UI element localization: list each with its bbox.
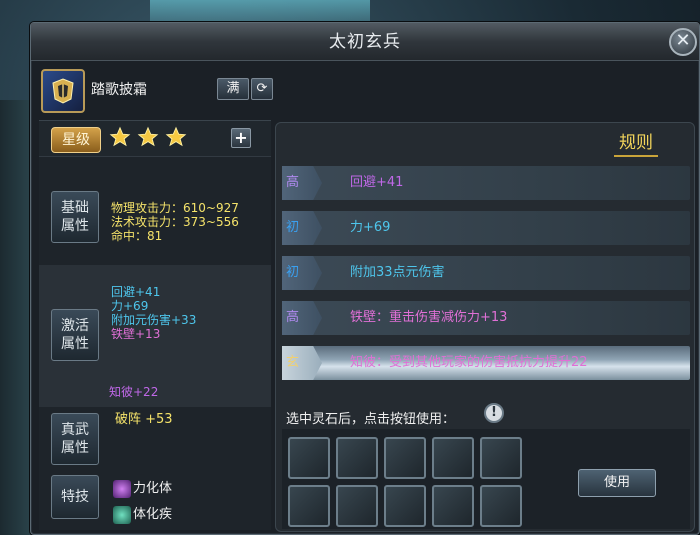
base-attribute-button[interactable]: 基础 属性 (51, 191, 99, 243)
active-attr-line: 回避+41 (111, 285, 161, 299)
slot-tier: 初 (282, 256, 322, 290)
add-star-button[interactable]: + (231, 128, 251, 148)
attribute-slot-2[interactable]: 初 力+69 (282, 211, 690, 245)
star-level-badge: 星级 (51, 127, 101, 153)
refresh-icon: ⟳ (256, 81, 268, 96)
magic-attack: 法术攻击力：373~556 (111, 215, 239, 229)
gem-slot[interactable] (288, 485, 330, 527)
attribute-slot-3[interactable]: 初 附加33点元伤害 (282, 256, 690, 290)
true-attribute-button[interactable]: 真武 属性 (51, 413, 99, 465)
star-icon (165, 126, 187, 147)
skill-section: 特技 力化体 体化疾 (39, 469, 271, 531)
rules-link[interactable]: 规则 (614, 128, 658, 157)
true-attribute-value: 破阵 +53 (115, 412, 173, 427)
active-attribute-button[interactable]: 激活 属性 (51, 309, 99, 361)
armor-icon (52, 78, 74, 104)
gem-slot[interactable] (336, 437, 378, 479)
true-attribute-section: 真武 属性 破阵 +53 (39, 407, 271, 469)
accuracy: 命中：81 (111, 229, 163, 243)
star-icon (109, 126, 131, 147)
gem-slot[interactable] (384, 485, 426, 527)
base-attr-label-top: 基础 (61, 200, 89, 216)
attribute-slot-4[interactable]: 高 铁壁：重击伤害减伤力+13 (282, 301, 690, 335)
skill-item[interactable]: 体化疾 (113, 503, 173, 524)
gem-slot[interactable] (288, 437, 330, 479)
close-icon: ✕ (675, 30, 691, 51)
window-title: 太初玄兵 (31, 23, 699, 61)
star-icon (137, 126, 159, 147)
base-attribute-values: 物理攻击力：610~927 法术攻击力：373~556 命中：81 (111, 201, 239, 243)
star-rating (109, 126, 189, 152)
close-button[interactable]: ✕ (669, 28, 697, 56)
skill-button[interactable]: 特技 (51, 475, 99, 519)
slot-tier: 高 (282, 301, 322, 335)
item-name: 踏歌披霜 (91, 82, 147, 98)
active-attribute-values: 回避+41 力+69 附加元伤害+33 铁壁+13 (111, 285, 196, 341)
skill-name: 体化疾 (133, 507, 173, 522)
use-button[interactable]: 使用 (578, 469, 656, 497)
active-attr-label-bottom: 属性 (61, 336, 89, 352)
attribute-slot-1[interactable]: 高 回避+41 (282, 166, 690, 200)
gem-grid: 使用 (282, 429, 690, 529)
refresh-button[interactable]: ⟳ (251, 78, 273, 100)
gem-slot[interactable] (336, 485, 378, 527)
instruction-text: 选中灵石后，点击按钮使用： (286, 412, 456, 427)
skill-icon (113, 505, 131, 524)
skill-icon (113, 479, 131, 498)
active-attribute-section: 激活 属性 回避+41 力+69 附加元伤害+33 铁壁+13 知彼+22 (39, 265, 271, 407)
slot-text: 附加33点元伤害 (350, 265, 445, 280)
info-icon[interactable]: ! (484, 403, 504, 423)
attribute-slot-5[interactable]: 玄 知彼：受到其他玩家的伤害抵抗力提升22 (282, 346, 690, 380)
slot-tier: 玄 (282, 346, 322, 380)
max-button[interactable]: 满 (217, 78, 249, 100)
skill-item[interactable]: 力化体 (113, 477, 173, 498)
slot-text: 回避+41 (350, 175, 404, 190)
skill-label: 特技 (61, 489, 89, 505)
star-row: 星级 + (39, 121, 271, 157)
slot-tier: 初 (282, 211, 322, 245)
slot-text: 力+69 (350, 220, 391, 235)
true-attr-label-top: 真武 (61, 422, 89, 438)
gem-slot[interactable] (480, 437, 522, 479)
taichu-weapon-window: 太初玄兵 ✕ 踏歌披霜 满 ⟳ 星级 + 基础 属性 物理攻击力：610~927… (30, 22, 700, 535)
gem-slot[interactable] (384, 437, 426, 479)
physical-attack: 物理攻击力：610~927 (111, 201, 239, 215)
active-attr-line: 铁壁+13 (111, 327, 161, 341)
slot-text: 知彼：受到其他玩家的伤害抵抗力提升22 (350, 355, 588, 370)
gem-slot[interactable] (432, 437, 474, 479)
active-attr-line: 力+69 (111, 299, 149, 313)
base-attr-label-bottom: 属性 (61, 218, 89, 234)
active-attr-extra: 知彼+22 (109, 385, 159, 399)
base-attribute-section: 基础 属性 物理攻击力：610~927 法术攻击力：373~556 命中：81 (39, 157, 271, 265)
item-icon[interactable] (41, 69, 85, 113)
slot-text: 铁壁：重击伤害减伤力+13 (350, 310, 508, 325)
gem-slot[interactable] (432, 485, 474, 527)
gem-slot[interactable] (480, 485, 522, 527)
true-attr-label-bottom: 属性 (61, 440, 89, 456)
refine-panel: 规则 高 回避+41 初 力+69 初 附加33点元伤害 高 铁壁：重击伤害减伤… (275, 122, 695, 532)
active-attr-label-top: 激活 (61, 318, 89, 334)
active-attr-line: 附加元伤害+33 (111, 313, 197, 327)
attribute-panel: 星级 + 基础 属性 物理攻击力：610~927 法术攻击力：373~556 命… (39, 120, 271, 530)
skill-name: 力化体 (133, 481, 173, 496)
slot-tier: 高 (282, 166, 322, 200)
